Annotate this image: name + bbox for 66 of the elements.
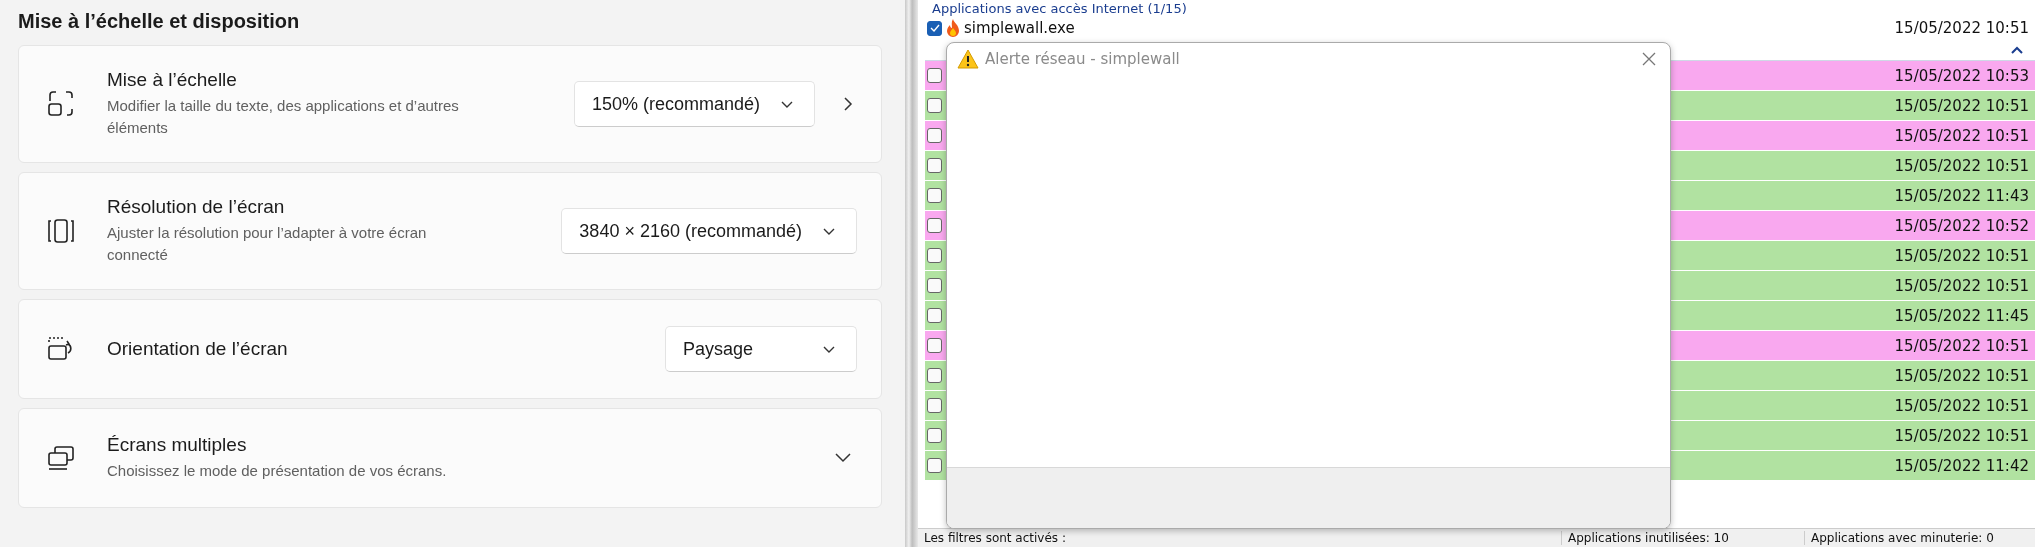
flame-icon <box>945 18 961 38</box>
checkbox[interactable] <box>927 68 942 83</box>
multiple-screens-icon <box>46 443 76 473</box>
date-cell-text: 15/05/2022 10:51 <box>1894 156 2030 175</box>
warning-icon <box>957 49 979 69</box>
date-cell-text: 15/05/2022 11:45 <box>1894 306 2030 325</box>
scale-icon <box>46 89 76 119</box>
setting-title: Résolution de l’écran <box>107 196 286 218</box>
date-cell-text: 15/05/2022 11:42 <box>1894 456 2030 475</box>
checkbox[interactable] <box>927 98 942 113</box>
settings-card[interactable]: Orientation de l’écran Paysage <box>18 299 882 399</box>
setting-title: Orientation de l’écran <box>107 338 289 360</box>
checkbox[interactable] <box>927 158 942 173</box>
date-cell-text: 15/05/2022 10:51 <box>1894 246 2030 265</box>
settings-card[interactable]: Mise à l’échelle Modifier la taille du texte, des applications et d’autres éléments 150% (recommandé) <box>18 45 882 163</box>
date-cell-text: 15/05/2022 10:52 <box>1894 216 2030 235</box>
checkbox[interactable] <box>927 308 942 323</box>
status-text: Les filtres sont activés : <box>923 531 1067 545</box>
settings-card[interactable]: Écrans multiples Choisissez le mode de présentation de vos écrans. <box>18 408 882 508</box>
checkbox[interactable] <box>927 428 942 443</box>
checkbox[interactable] <box>927 188 942 203</box>
dialog-title: Alerte réseau - simplewall <box>985 50 1181 68</box>
date-cell-text: 15/05/2022 10:53 <box>1894 66 2030 85</box>
checkmark-icon <box>929 24 940 32</box>
checkbox[interactable] <box>927 128 942 143</box>
date-cell-text: 15/05/2022 10:51 <box>1894 276 2030 295</box>
dropdown-value: Paysage <box>683 338 754 360</box>
setting-description: Choisissez le mode de présentation de vos écrans. <box>107 461 448 481</box>
checkbox[interactable] <box>927 398 942 413</box>
date-cell-text: 15/05/2022 10:51 <box>1894 396 2030 415</box>
close-icon <box>1642 52 1656 66</box>
dropdown-value: 150% (recommandé) <box>591 93 760 115</box>
date-cell-text: 15/05/2022 10:51 <box>1894 336 2030 355</box>
dropdown-value: 3840 × 2160 (recommandé) <box>579 220 802 242</box>
dropdown[interactable]: Paysage <box>665 326 857 372</box>
section-title: Mise à l’échelle et disposition <box>18 10 301 33</box>
date-cell-text: 15/05/2022 11:43 <box>1894 186 2030 205</box>
date-cell-text: 15/05/2022 10:51 <box>1894 19 2030 37</box>
setting-description: Ajuster la résolution pour l’adapter à votre écran connecté <box>107 223 428 265</box>
dropdown[interactable]: 3840 × 2160 (recommandé) <box>561 208 857 254</box>
date-cell-text: 15/05/2022 10:51 <box>1894 96 2030 115</box>
checkbox[interactable] <box>927 218 942 233</box>
checkbox[interactable] <box>927 368 942 383</box>
setting-description: Modifier la taille du texte, des applications et d’autres éléments <box>107 96 459 138</box>
date-cell-text: 15/05/2022 10:51 <box>1894 426 2030 445</box>
checkbox[interactable] <box>927 338 942 353</box>
chevron-down-icon <box>822 344 836 354</box>
status-text: Applications avec minuterie: 0 <box>1804 531 2035 545</box>
collapse-icon <box>2011 46 2023 54</box>
chevron-down-icon <box>822 226 836 236</box>
setting-title: Écrans multiples <box>107 434 248 456</box>
date-cell-text: 15/05/2022 10:51 <box>1894 366 2030 385</box>
status-text: Applications inutilisées: 10 <box>1561 531 1804 545</box>
screen-resolution-icon <box>46 216 76 246</box>
setting-title: Mise à l’échelle <box>107 69 238 91</box>
chevron-right-icon <box>843 96 853 112</box>
settings-card[interactable]: Résolution de l’écran Ajuster la résolution pour l’adapter à votre écran connecté 3840 × 2160 (recommandé) <box>18 172 882 290</box>
checkbox[interactable] <box>927 278 942 293</box>
chevron-down-icon <box>780 99 794 109</box>
app-name: simplewall.exe <box>964 19 1075 37</box>
checkbox[interactable] <box>927 248 942 263</box>
group-header[interactable]: Applications avec accès Internet (1/15) <box>925 1 2035 16</box>
dropdown[interactable]: 150% (recommandé) <box>573 81 815 127</box>
checkbox[interactable] <box>927 20 942 36</box>
date-cell-text: 15/05/2022 10:51 <box>1894 126 2030 145</box>
checkbox[interactable] <box>927 458 942 473</box>
